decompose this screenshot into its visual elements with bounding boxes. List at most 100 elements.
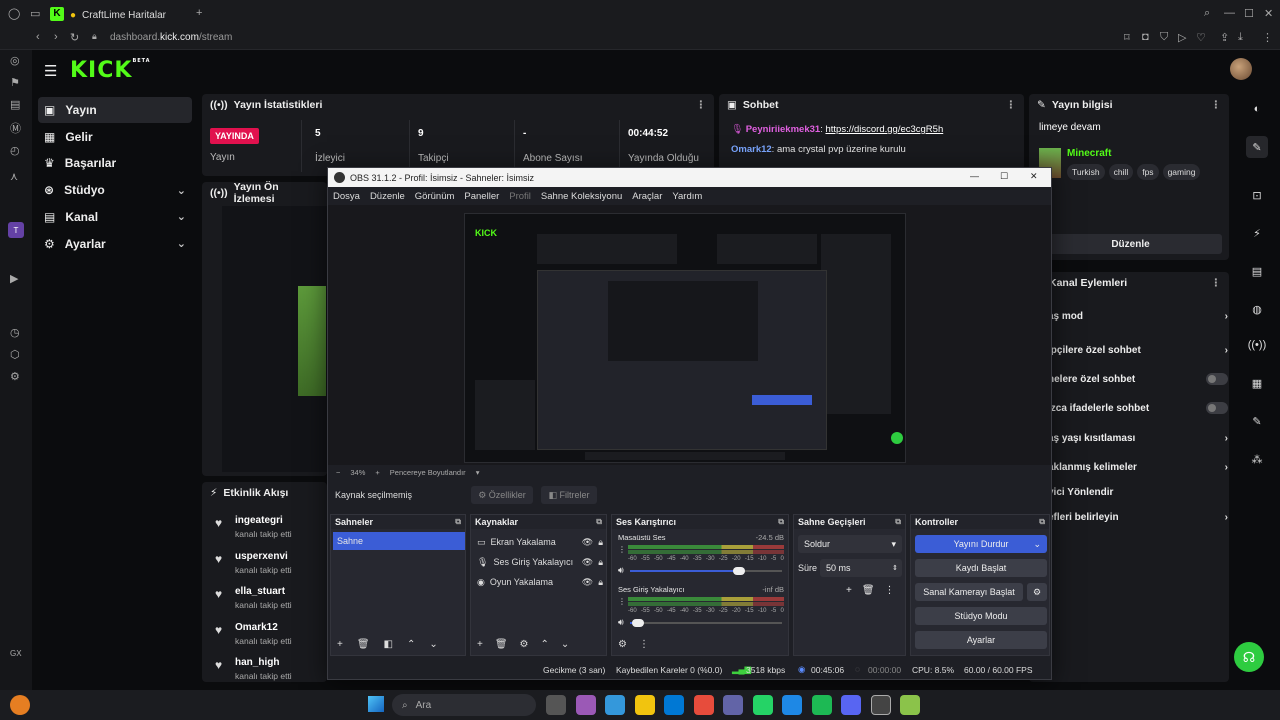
camera-icon[interactable]: ◘ [1142,31,1149,43]
chat-bubble-icon[interactable]: ◍ [1246,298,1268,320]
mixer-menu-icon[interactable]: ⋮ [639,639,649,650]
gallery-icon[interactable]: ▤ [10,98,20,111]
advanced-audio-icon[interactable]: ⚙︎ [618,639,627,650]
eye-icon[interactable]: 👁︎ [582,577,593,588]
bookmark-icon[interactable]: ⌑ [1124,31,1130,44]
virtual-camera-button[interactable]: Sanal Kamerayı Başlat [915,583,1023,601]
extensions-icon[interactable]: ⬡ [10,348,20,361]
start-recording-button[interactable]: Kaydı Başlat [915,559,1047,577]
opera-menu-icon[interactable]: ◯ [8,7,20,20]
new-tab-icon[interactable]: + [196,7,202,19]
lock-icon[interactable]: 🔒︎ [598,557,603,568]
source-item[interactable]: ◉ Oyun Yakalama 👁︎ 🔒︎ [477,573,603,591]
forward-icon[interactable]: › [54,31,58,43]
edit-button[interactable]: Düzenle [1039,234,1222,254]
obs-minimize-icon[interactable]: — [970,171,979,181]
transition-menu-icon[interactable]: ⋮ [885,585,895,596]
channel-menu-icon[interactable]: ⋮ [618,597,626,606]
down-icon[interactable]: ⌄ [561,639,569,650]
close-icon[interactable]: ✕ [1264,7,1273,20]
capture-icon[interactable]: ⊡ [1246,184,1268,206]
sidebar-item-1[interactable]: ▦ Gelir [38,124,192,150]
scenes-float-icon[interactable]: ⧉ [455,517,461,527]
scene-item[interactable]: Sahne [333,532,465,550]
channel-action[interactable]: nelere özel sohbet [1048,371,1228,387]
settings-icon[interactable]: ⚙︎ [520,639,529,650]
zoom-dropdown-icon[interactable]: ▾ [476,468,480,477]
share-icon[interactable]: ⇪ [1220,31,1229,44]
whatsapp-icon[interactable] [752,695,773,715]
obs-menu-item[interactable]: Sahne Koleksiyonu [541,191,622,202]
filter-icon[interactable]: ◧ [384,639,393,650]
follower-name[interactable]: Omark12 [235,622,331,633]
toggle-switch[interactable] [1206,373,1228,385]
trash-icon[interactable]: 🗑︎ [495,639,508,650]
up-icon[interactable]: ⌃ [407,639,415,650]
discord-icon[interactable] [841,695,861,715]
back-icon[interactable]: ‹ [36,31,40,43]
history-icon[interactable]: ◴ [10,144,20,157]
apps-icon[interactable]: ⁂ [1246,448,1268,470]
channel-action[interactable]: aklanmış kelimeler › [1048,459,1228,475]
studio-mode-button[interactable]: Stüdyo Modu [915,607,1047,625]
channel-action[interactable]: aş yaşı kısıtlaması › [1048,430,1228,446]
opera-gx-icon[interactable] [693,695,714,715]
settings-icon[interactable]: ⚙ [10,370,20,383]
eye-icon[interactable]: 👁︎ [582,537,593,548]
volume-slider[interactable] [630,619,782,627]
heart-icon[interactable]: ♡ [1196,31,1206,44]
twitch-icon[interactable]: T [8,222,24,238]
clock-icon[interactable]: ◷ [10,326,20,339]
ai-icon[interactable]: ◎ [10,54,20,67]
speaker-icon[interactable]: 🔊︎ [618,565,624,576]
explorer-icon[interactable] [634,695,655,715]
download-icon[interactable]: ⤓ [1238,31,1243,44]
obs-menu-item[interactable]: Dosya [333,191,360,202]
channel-action[interactable]: efleri belirleyin › [1048,509,1228,525]
follower-name[interactable]: ella_stuart [235,586,331,597]
transitions-float-icon[interactable]: ⧉ [895,517,901,527]
channel-action[interactable]: aş mod › [1048,308,1228,324]
stop-stream-button[interactable]: Yayını Durdur ⌄ [915,535,1047,553]
eye-icon[interactable]: 👁︎ [582,557,593,568]
lock-icon[interactable]: 🔒︎ [598,577,603,588]
zoom-in-icon[interactable]: + [375,468,379,477]
sidebar-item-3[interactable]: ⊛ Stüdyo ⌄ [38,177,192,203]
maximize-icon[interactable]: ☐ [1244,7,1254,20]
chat-user[interactable]: Peyniriiekmek31 [746,124,820,135]
sidebar-item-4[interactable]: ▤ Kanal ⌄ [38,204,192,230]
obs-menu-item[interactable]: Düzenle [370,191,405,202]
sidebar-item-2[interactable]: ♛ Başarılar [38,150,192,176]
tag[interactable]: gaming [1162,164,1201,180]
hamburger-icon[interactable]: ☰ [44,62,57,80]
spotify-icon[interactable] [811,695,832,715]
follower-name[interactable]: usperxenvi [235,551,331,562]
volume-slider[interactable] [630,567,782,575]
shield-icon[interactable]: ⛉ [1160,31,1168,44]
outlook-icon[interactable] [664,695,684,715]
obs-menu-item[interactable]: Görünüm [415,191,455,202]
add-icon[interactable]: + [846,585,852,596]
follower-name[interactable]: ingeategri [235,515,331,526]
windows-start-icon[interactable] [368,696,384,712]
channel-menu-icon[interactable]: ⋮ [618,545,626,554]
channel-action[interactable]: ipçilere özel sohbet › [1048,342,1228,358]
zoom-out-icon[interactable]: − [336,468,340,477]
image-icon[interactable] [782,695,802,715]
terminal-icon[interactable] [605,695,625,715]
tag[interactable]: chill [1108,164,1134,180]
obs-maximize-icon[interactable]: ☐ [1000,171,1008,182]
transition-select[interactable]: Soldur ▾ [798,535,902,553]
lock-icon[interactable]: 🔒︎ [598,537,603,548]
controls-float-icon[interactable]: ⧉ [1039,517,1045,527]
edit-icon[interactable]: ✎ [1246,136,1268,158]
stats-menu-icon[interactable]: ⋮ [696,99,707,111]
avatar[interactable] [1230,58,1252,80]
flow-icon[interactable]: ⚑ [10,76,20,89]
channel-action[interactable]: ızca ifadelerle sohbet [1048,400,1228,416]
sidebar-item-5[interactable]: ⚙ Ayarlar ⌄ [38,231,192,257]
up-icon[interactable]: ⌃ [541,639,549,650]
down-icon[interactable]: ⌄ [429,639,437,650]
support-button[interactable]: ☊ [1234,642,1264,672]
tag[interactable]: Turkish [1067,164,1105,180]
